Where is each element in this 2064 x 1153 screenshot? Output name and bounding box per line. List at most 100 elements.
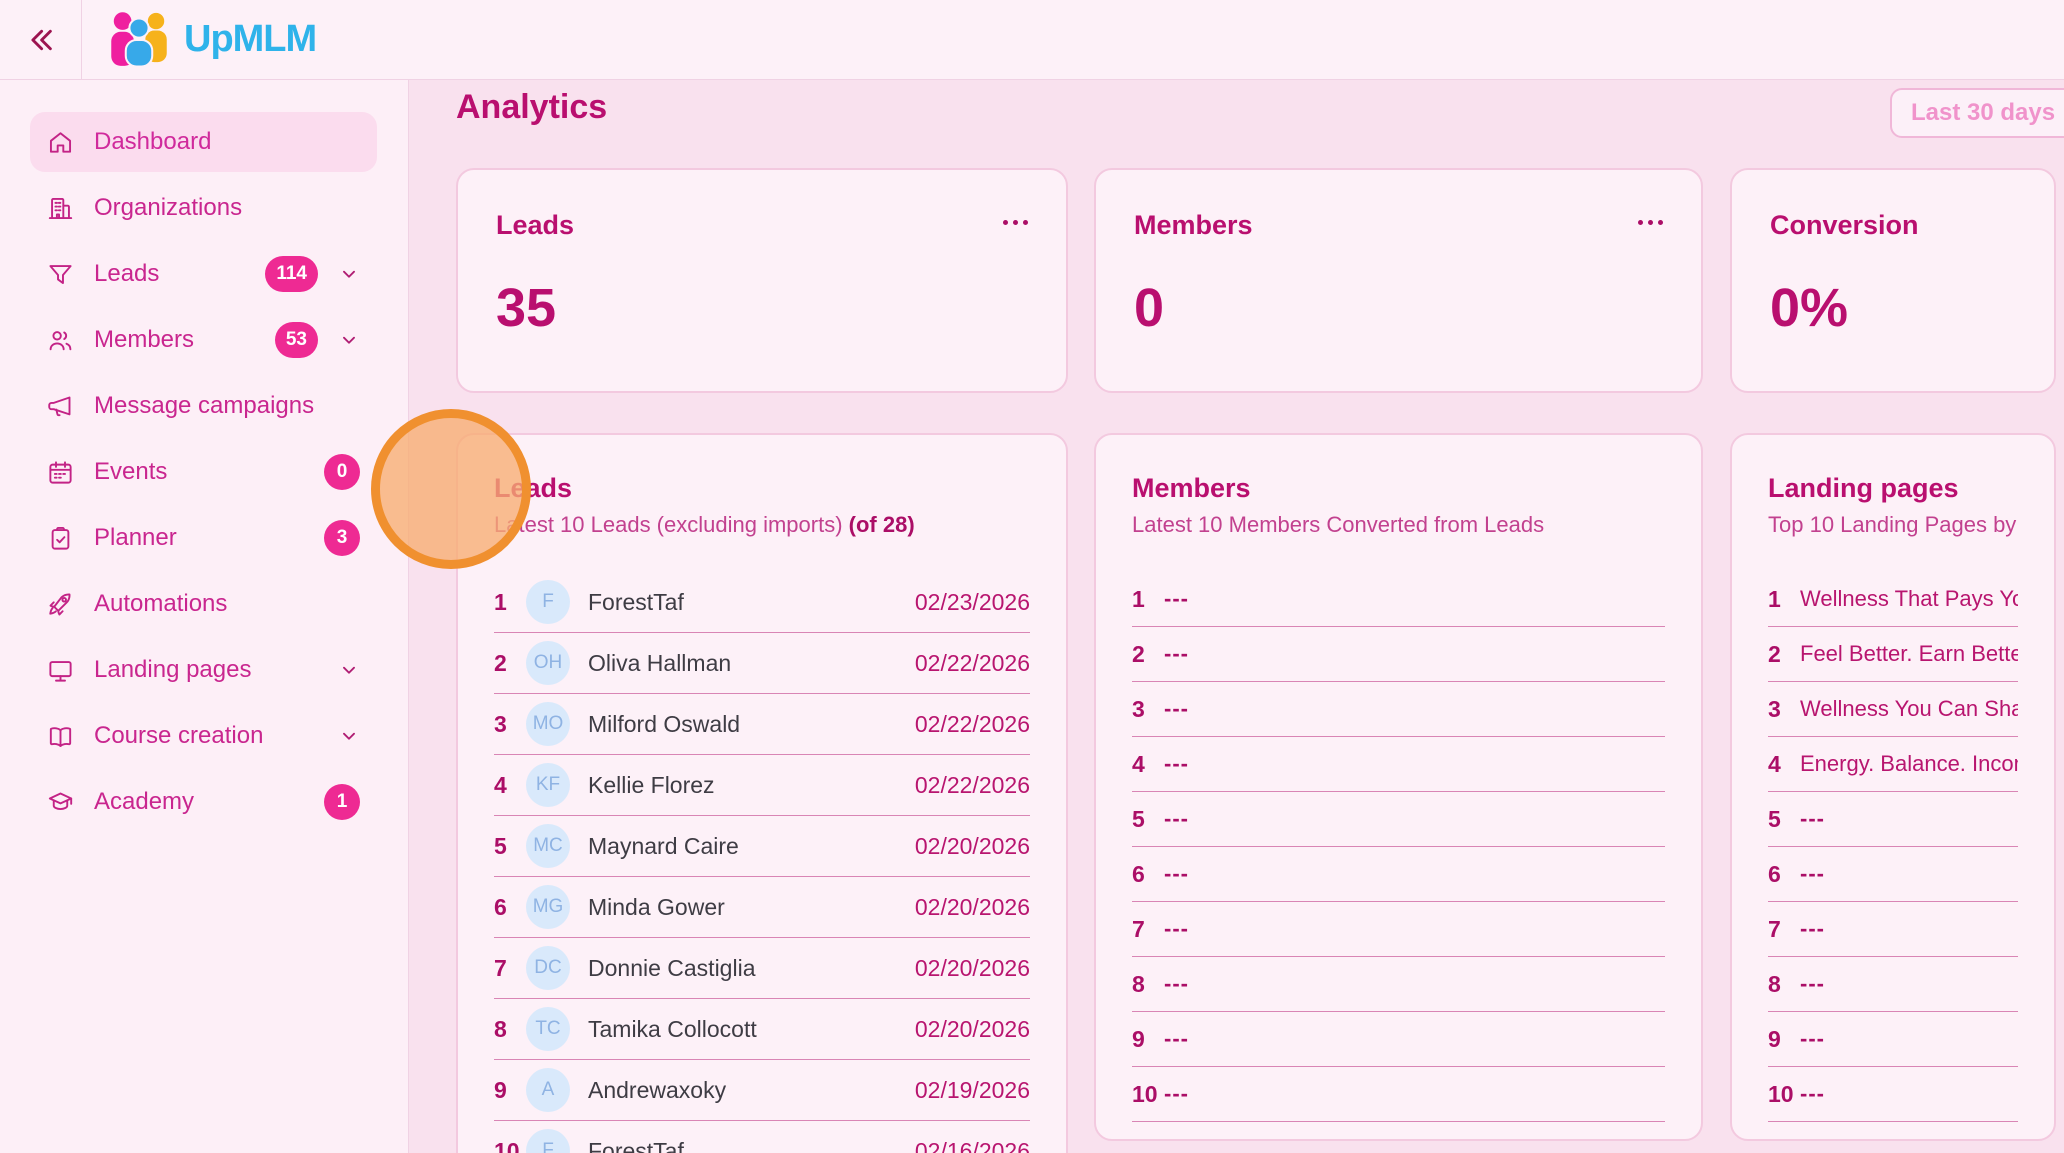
member-row[interactable]: 10 ---: [1132, 1067, 1665, 1122]
landing-page-name: Feel Better. Earn Better.: [1800, 641, 2018, 667]
row-rank: 8: [494, 1016, 526, 1043]
member-row[interactable]: 3 ---: [1132, 682, 1665, 737]
list-card-subtitle: Top 10 Landing Pages by Conversions: [1768, 512, 2018, 538]
events-count-badge: 0: [324, 454, 360, 490]
more-options-icon[interactable]: [1638, 210, 1663, 225]
landing-page-row[interactable]: 1 Wellness That Pays You Back: [1768, 572, 2018, 627]
stat-card-title: Leads: [496, 210, 574, 241]
monitor-icon: [47, 657, 74, 684]
sidebar-item-label: Leads: [94, 260, 159, 288]
landing-page-row[interactable]: 9 ---: [1768, 1012, 2018, 1067]
landing-page-name: Energy. Balance. Income.: [1800, 751, 2018, 777]
leads-count-badge: 114: [265, 256, 318, 292]
avatar: KF: [526, 763, 570, 807]
sidebar-item-planner[interactable]: Planner 3: [30, 508, 377, 568]
chevron-down-icon[interactable]: [338, 725, 360, 747]
sidebar-item-organizations[interactable]: Organizations: [30, 178, 377, 238]
sidebar-item-course-creation[interactable]: Course creation: [30, 706, 377, 766]
row-rank: 9: [1768, 1026, 1800, 1053]
sidebar-item-automations[interactable]: Automations: [30, 574, 377, 634]
landing-pages-list-card: Landing pages Top 10 Landing Pages by Co…: [1730, 433, 2056, 1141]
building-icon: [47, 195, 74, 222]
lead-row[interactable]: 4 KF Kellie Florez 02/22/2026: [494, 755, 1030, 816]
users-icon: [47, 327, 74, 354]
member-row[interactable]: 9 ---: [1132, 1012, 1665, 1067]
row-rank: 9: [494, 1077, 526, 1104]
avatar: MG: [526, 885, 570, 929]
member-row[interactable]: 6 ---: [1132, 847, 1665, 902]
landing-page-row[interactable]: 3 Wellness You Can Share: [1768, 682, 2018, 737]
lead-name: Kellie Florez: [588, 772, 903, 799]
row-rank: 7: [1132, 916, 1164, 943]
lead-row[interactable]: 5 MC Maynard Caire 02/20/2026: [494, 816, 1030, 877]
chevron-down-icon[interactable]: [338, 659, 360, 681]
lead-date: 02/22/2026: [915, 711, 1030, 738]
sidebar-item-members[interactable]: Members 53: [30, 310, 377, 370]
sidebar-item-message-campaigns[interactable]: Message campaigns: [30, 376, 377, 436]
lead-row[interactable]: 8 TC Tamika Collocott 02/20/2026: [494, 999, 1030, 1060]
lead-name: Milford Oswald: [588, 711, 903, 738]
lead-row[interactable]: 7 DC Donnie Castiglia 02/20/2026: [494, 938, 1030, 999]
member-row[interactable]: 4 ---: [1132, 737, 1665, 792]
sidebar-item-leads[interactable]: Leads 114: [30, 244, 377, 304]
lead-date: 02/20/2026: [915, 955, 1030, 982]
row-rank: 4: [1768, 751, 1800, 778]
sidebar-item-label: Course creation: [94, 722, 263, 750]
lead-row[interactable]: 9 A Andrewaxoky 02/19/2026: [494, 1060, 1030, 1121]
lead-date: 02/20/2026: [915, 894, 1030, 921]
sidebar-item-label: Landing pages: [94, 656, 251, 684]
row-rank: 5: [1768, 806, 1800, 833]
landing-page-name: Wellness You Can Share: [1800, 696, 2018, 722]
list-card-title: Landing pages: [1768, 473, 2018, 504]
book-open-icon: [47, 723, 74, 750]
date-range-picker[interactable]: Last 30 days 01/2: [1890, 88, 2064, 138]
more-options-icon[interactable]: [1003, 210, 1028, 225]
landing-page-row[interactable]: 5 ---: [1768, 792, 2018, 847]
lead-name: Minda Gower: [588, 894, 903, 921]
stat-card-title: Members: [1134, 210, 1253, 241]
landing-page-row[interactable]: 7 ---: [1768, 902, 2018, 957]
member-placeholder: ---: [1164, 861, 1189, 887]
landing-page-row[interactable]: 2 Feel Better. Earn Better.: [1768, 627, 2018, 682]
lead-row[interactable]: 10 F ForestTaf 02/16/2026: [494, 1121, 1030, 1153]
stat-card-title: Conversion: [1770, 210, 1919, 241]
chevron-down-icon[interactable]: [338, 263, 360, 285]
sidebar-item-events[interactable]: Events 0: [30, 442, 377, 502]
leads-list-card: Leads Latest 10 Leads (excluding imports…: [456, 433, 1068, 1153]
member-row[interactable]: 5 ---: [1132, 792, 1665, 847]
landing-page-name: ---: [1800, 1026, 1825, 1052]
landing-page-row[interactable]: 10 ---: [1768, 1067, 2018, 1122]
lead-date: 02/22/2026: [915, 650, 1030, 677]
lead-row[interactable]: 6 MG Minda Gower 02/20/2026: [494, 877, 1030, 938]
row-rank: 2: [494, 650, 526, 677]
row-rank: 3: [1132, 696, 1164, 723]
sidebar-item-academy[interactable]: Academy 1: [30, 772, 377, 832]
lead-date: 02/22/2026: [915, 772, 1030, 799]
landing-page-row[interactable]: 4 Energy. Balance. Income.: [1768, 737, 2018, 792]
lead-row[interactable]: 3 MO Milford Oswald 02/22/2026: [494, 694, 1030, 755]
member-row[interactable]: 7 ---: [1132, 902, 1665, 957]
chevron-down-icon[interactable]: [338, 329, 360, 351]
landing-page-row[interactable]: 6 ---: [1768, 847, 2018, 902]
sidebar-item-landing-pages[interactable]: Landing pages: [30, 640, 377, 700]
logo-text: UpMLM: [184, 18, 316, 61]
app-logo[interactable]: UpMLM: [108, 11, 316, 69]
member-row[interactable]: 8 ---: [1132, 957, 1665, 1012]
avatar: A: [526, 1068, 570, 1112]
members-list-card: Members Latest 10 Members Converted from…: [1094, 433, 1703, 1141]
row-rank: 6: [1768, 861, 1800, 888]
row-rank: 8: [1132, 971, 1164, 998]
sidebar-collapse-button[interactable]: [0, 0, 82, 79]
sidebar-item-dashboard[interactable]: Dashboard: [30, 112, 377, 172]
member-row[interactable]: 2 ---: [1132, 627, 1665, 682]
member-row[interactable]: 1 ---: [1132, 572, 1665, 627]
lead-row[interactable]: 2 OH Oliva Hallman 02/22/2026: [494, 633, 1030, 694]
lead-row[interactable]: 1 F ForestTaf 02/23/2026: [494, 572, 1030, 633]
stat-card-conversion: Conversion 0%: [1730, 168, 2056, 393]
date-range-label: Last 30 days: [1911, 99, 2055, 127]
landing-page-row[interactable]: 8 ---: [1768, 957, 2018, 1012]
lead-name: ForestTaf: [588, 589, 903, 616]
lead-name: Andrewaxoky: [588, 1077, 903, 1104]
avatar: F: [526, 1129, 570, 1153]
funnel-icon: [47, 261, 74, 288]
